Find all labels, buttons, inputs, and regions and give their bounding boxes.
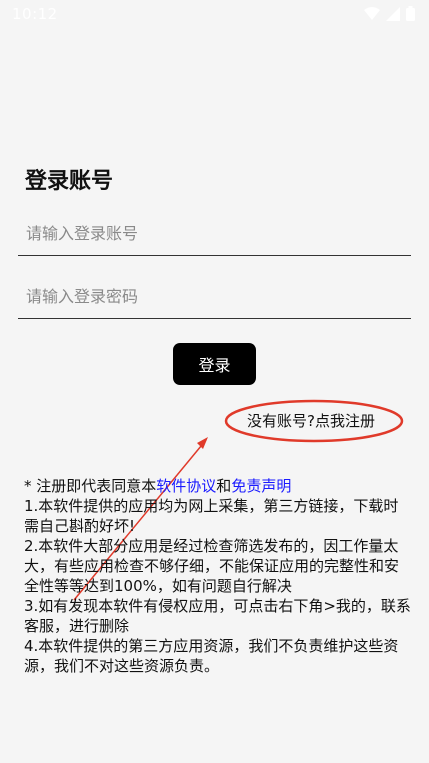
- notice-item-3: 3.如有发现本软件有侵权应用，可点击右下角>我的，联系客服，进行删除: [24, 597, 411, 635]
- notice-item-1: 1.本软件提供的应用均为网上采集，第三方链接，下载时需自己斟酌好坏!: [24, 497, 399, 535]
- login-button[interactable]: 登录: [173, 343, 256, 385]
- status-bar: 10:12: [0, 0, 429, 30]
- notice-text: * 注册即代表同意本软件协议和免责声明 1.本软件提供的应用均为网上采集，第三方…: [24, 476, 412, 676]
- software-agreement-link[interactable]: 软件协议: [156, 477, 216, 495]
- notice-item-2: 2.本软件大部分应用是经过检查筛选发布的，因工作量太大，有些应用检查不够仔细，不…: [24, 537, 400, 595]
- battery-icon: [406, 6, 415, 21]
- disclaimer-link[interactable]: 免责声明: [231, 477, 291, 495]
- wifi-icon: [364, 6, 380, 20]
- account-field[interactable]: [18, 212, 411, 256]
- notice-item-4: 4.本软件提供的第三方应用资源，我们不负责维护这些资源，我们不对这些资源负责。: [24, 637, 399, 675]
- register-link[interactable]: 没有账号?点我注册: [247, 410, 375, 431]
- login-screen: 10:12 登录账号 登录 没有账号?点我注册 * 注册即代表同意本软件协议和: [0, 0, 429, 763]
- password-field[interactable]: [18, 275, 411, 319]
- notice-and: 和: [216, 477, 232, 495]
- password-input[interactable]: [18, 275, 411, 318]
- status-icons: [364, 6, 415, 21]
- notice-prefix: * 注册即代表同意本: [24, 477, 157, 495]
- notice-agreement-line: * 注册即代表同意本软件协议和免责声明: [24, 476, 412, 496]
- account-input[interactable]: [18, 212, 411, 255]
- annotation-arrow-head: [197, 437, 208, 449]
- page-title: 登录账号: [25, 169, 114, 194]
- status-time: 10:12: [12, 5, 58, 23]
- signal-icon: [386, 6, 400, 21]
